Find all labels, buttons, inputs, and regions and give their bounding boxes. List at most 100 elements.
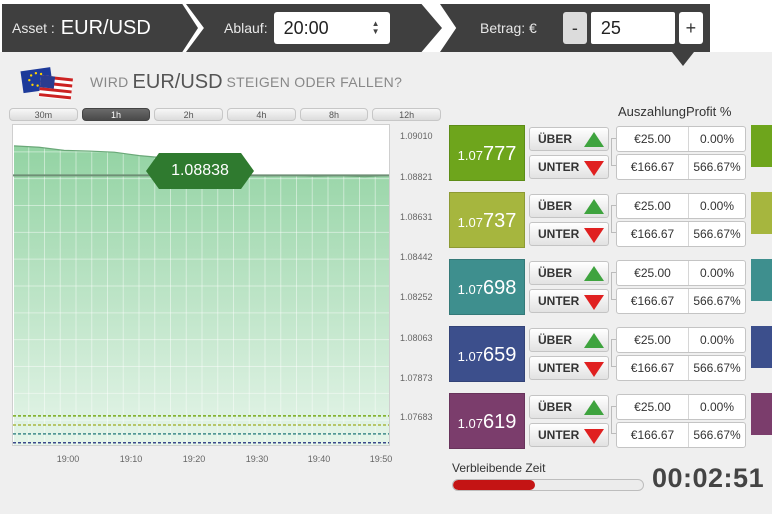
amount-increase-button[interactable]: + — [678, 12, 703, 44]
over-payout: €25.00 0.00% — [616, 193, 746, 219]
remaining-progress-fill — [453, 480, 535, 490]
payout-percent: 0.00% — [699, 400, 735, 414]
expiry-select[interactable]: 20:00 ▲ ▼ — [273, 12, 390, 44]
amount-input[interactable]: 25 — [590, 12, 675, 44]
under-label: UNTER — [538, 227, 580, 241]
payout-amount: €166.67 — [617, 155, 689, 179]
payout-percent: 0.00% — [699, 132, 735, 146]
tab-1h[interactable]: 1h — [81, 108, 151, 121]
asset-label: Asset : — [12, 20, 55, 36]
row-color-strip — [751, 125, 772, 167]
over-button[interactable]: ÜBER — [529, 328, 609, 352]
payout-amount: €25.00 — [617, 127, 689, 151]
x-tick-label: 19:30 — [245, 454, 269, 464]
y-tick-label: 1.09010 — [400, 131, 433, 141]
tab-2h[interactable]: 2h — [154, 108, 224, 121]
arrow-down-icon — [584, 161, 604, 176]
payout-percent: 566.67% — [693, 428, 741, 442]
strike-price-prefix: 1.07 — [457, 349, 483, 364]
trading-app: Asset : EUR/USD Ablauf: 20:00 ▲ ▼ Betrag:… — [0, 0, 772, 514]
under-label: UNTER — [538, 428, 580, 442]
strike-price-digits: 619 — [482, 411, 517, 433]
payout-amount: €25.00 — [617, 328, 689, 352]
amount-decrease-button[interactable]: - — [562, 12, 587, 44]
under-payout: €166.67 566.67% — [616, 288, 746, 314]
under-button[interactable]: UNTER — [529, 155, 609, 179]
payout-amount: €166.67 — [617, 289, 689, 313]
strike-price: 1.07 777 — [449, 125, 525, 181]
over-payout: €25.00 0.00% — [616, 260, 746, 286]
under-button[interactable]: UNTER — [529, 356, 609, 380]
payout-percent: 0.00% — [699, 333, 735, 347]
question-row: WIRD EUR/USD STEIGEN ODER FALLEN? — [18, 62, 402, 102]
y-tick-label: 1.08252 — [400, 292, 433, 302]
tab-8h[interactable]: 8h — [299, 108, 369, 121]
payout-percent: 566.67% — [693, 227, 741, 241]
payout-amount: €166.67 — [617, 222, 689, 246]
payout-percent: 566.67% — [693, 294, 741, 308]
x-tick-label: 19:10 — [119, 454, 143, 464]
strike-price-digits: 698 — [482, 277, 517, 299]
over-button[interactable]: ÜBER — [529, 395, 609, 419]
eu-us-flag-icon — [20, 67, 73, 101]
strike-price-digits: 777 — [482, 143, 517, 165]
remaining-time-label: Verbleibende Zeit — [452, 461, 546, 475]
strike-price: 1.07 737 — [449, 192, 525, 248]
under-label: UNTER — [538, 294, 580, 308]
over-label: ÜBER — [538, 199, 573, 213]
y-tick-label: 1.08063 — [400, 333, 433, 343]
tab-30m[interactable]: 30m — [9, 108, 78, 121]
asset-selector[interactable]: Asset : EUR/USD — [2, 4, 198, 52]
strike-price-digits: 737 — [482, 210, 517, 232]
y-tick-label: 1.08821 — [400, 172, 433, 182]
x-tick-label: 19:50 — [369, 454, 393, 464]
question-suffix: STEIGEN ODER FALLEN? — [226, 74, 403, 90]
countdown-timer: 00:02:51 — [652, 463, 765, 493]
over-label: ÜBER — [538, 333, 573, 347]
row-color-strip — [751, 393, 772, 435]
payout-percent: 0.00% — [699, 199, 735, 213]
tab-12h[interactable]: 12h — [372, 108, 442, 121]
arrow-up-icon — [584, 400, 604, 415]
strike-price: 1.07 659 — [449, 326, 525, 382]
arrow-up-icon — [584, 333, 604, 348]
over-button[interactable]: ÜBER — [529, 127, 609, 151]
payout-percent: 0.00% — [699, 266, 735, 280]
select-arrows-icon: ▲ ▼ — [371, 19, 380, 36]
payout-amount: €25.00 — [617, 194, 689, 218]
y-tick-label: 1.08442 — [400, 252, 433, 262]
over-button[interactable]: ÜBER — [529, 194, 609, 218]
y-tick-label: 1.08631 — [400, 212, 433, 222]
under-button[interactable]: UNTER — [529, 222, 609, 246]
remaining-progress-bar — [452, 479, 644, 491]
amount-pointer — [672, 52, 694, 66]
under-payout: €166.67 566.67% — [616, 154, 746, 180]
under-payout: €166.67 566.67% — [616, 221, 746, 247]
arrow-down-icon — [584, 429, 604, 444]
strike-price: 1.07 698 — [449, 259, 525, 315]
y-tick-label: 1.07683 — [400, 412, 433, 422]
top-bar: Asset : EUR/USD Ablauf: 20:00 ▲ ▼ Betrag:… — [0, 0, 772, 66]
option-row: 1.07 737 ÜBER UNTER €25.00 0.00% €166.67… — [449, 192, 772, 248]
arrow-up-icon — [584, 132, 604, 147]
x-tick-label: 19:20 — [182, 454, 206, 464]
payout-amount: €166.67 — [617, 356, 689, 380]
under-label: UNTER — [538, 361, 580, 375]
over-payout: €25.00 0.00% — [616, 394, 746, 420]
row-color-strip — [751, 192, 772, 234]
under-label: UNTER — [538, 160, 580, 174]
under-button[interactable]: UNTER — [529, 423, 609, 447]
option-row: 1.07 698 ÜBER UNTER €25.00 0.00% €166.67… — [449, 259, 772, 315]
strike-price-prefix: 1.07 — [457, 282, 483, 297]
under-button[interactable]: UNTER — [529, 289, 609, 313]
option-row: 1.07 777 ÜBER UNTER €25.00 0.00% €166.67… — [449, 125, 772, 181]
tab-4h[interactable]: 4h — [227, 108, 296, 121]
over-label: ÜBER — [538, 132, 573, 146]
arrow-up-icon — [584, 266, 604, 281]
over-button[interactable]: ÜBER — [529, 261, 609, 285]
arrow-down-icon — [584, 362, 604, 377]
amount-label: Betrag: € — [480, 20, 537, 36]
expiry-value: 20:00 — [283, 17, 329, 38]
y-tick-label: 1.07873 — [400, 373, 433, 383]
strike-price-prefix: 1.07 — [457, 148, 483, 163]
